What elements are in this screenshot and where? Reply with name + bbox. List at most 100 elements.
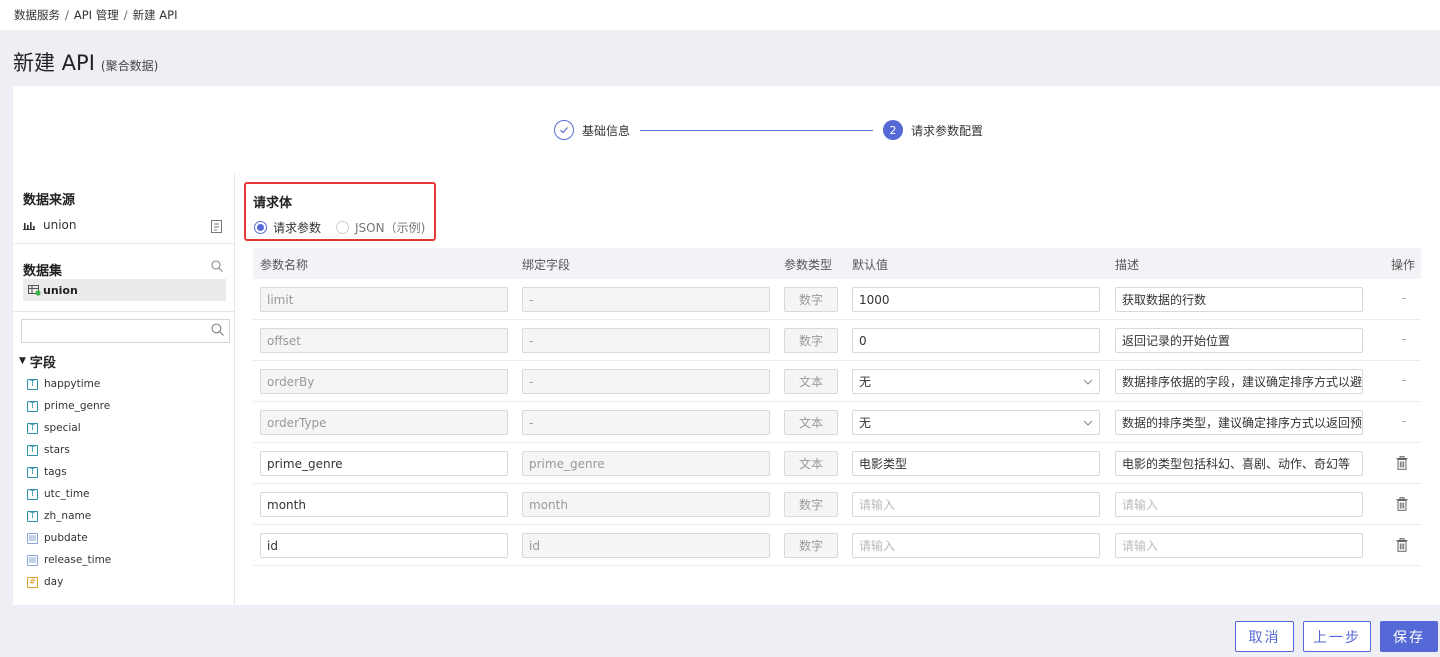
operation-placeholder: - [1401,291,1407,305]
radio-request-params[interactable]: 请求参数 [254,219,321,236]
search-icon [211,323,224,336]
default-value-input[interactable]: 请输入 [852,492,1100,517]
trash-icon[interactable] [1396,538,1408,552]
select-value: 无 [859,375,872,389]
table-row: orderType - 文本 无 数据的排序类型，建议确定排序方式以返回预 - [253,402,1421,443]
field-item[interactable]: ▤ pubdate [27,527,111,549]
fields-group-header[interactable]: ▼ 字段 [19,349,111,373]
column-header: 操作 [1391,258,1416,272]
caret-down-icon: ▼ [19,356,26,366]
field-name: special [44,422,81,434]
page-title: 新建 API (聚合数据) [13,47,158,77]
dataset-name: union [43,283,78,297]
field-item[interactable]: Thappytime [27,373,111,395]
request-body-section: 请求体 请求参数 JSON（示例) [244,182,436,241]
trash-icon[interactable] [1396,456,1408,470]
table-row: offset - 数字 0 返回记录的开始位置 - [253,320,1421,361]
field-item[interactable]: Tprime_genre [27,395,111,417]
field-name: utc_time [44,488,90,500]
description-input[interactable]: 返回记录的开始位置 [1115,328,1363,353]
field-search-input[interactable] [21,319,230,343]
text-field-icon: T [27,488,38,500]
date-field-icon: ▤ [27,554,38,566]
document-icon[interactable] [211,220,223,233]
column-header: 默认值 [852,258,889,272]
bind-field-input: month [522,492,770,517]
description-input[interactable]: 请输入 [1115,533,1363,558]
default-value-input[interactable]: 0 [852,328,1100,353]
bind-field-input: - [522,328,770,353]
bind-field-input: - [522,410,770,435]
trash-icon[interactable] [1396,497,1408,511]
param-name-input: offset [260,328,508,353]
default-value-input[interactable]: 电影类型 [852,451,1100,476]
param-type: 文本 [784,410,838,435]
step-number: 2 [883,120,903,140]
param-type: 数字 [784,328,838,353]
table-row: prime_genre prime_genre 文本 电影类型 电影的类型包括科… [253,443,1421,484]
save-button[interactable]: 保存 [1380,621,1438,652]
description-input[interactable]: 数据的排序类型，建议确定排序方式以返回预 [1115,410,1363,435]
field-item[interactable]: Ttags [27,461,111,483]
field-item[interactable]: Tstars [27,439,111,461]
data-source-title: 数据来源 [23,193,76,208]
description-input[interactable]: 请输入 [1115,492,1363,517]
breadcrumb-current: 新建 API [132,8,178,22]
breadcrumb-separator: / [123,8,128,22]
operation-placeholder: - [1401,332,1407,346]
param-type: 数字 [784,533,838,558]
description-input[interactable]: 获取数据的行数 [1115,287,1363,312]
field-name: pubdate [44,532,88,544]
select-value: 无 [859,416,872,430]
dataset-item[interactable]: union [23,279,226,301]
step-request-params[interactable]: 2 请求参数配置 [883,120,983,140]
field-item[interactable]: Tspecial [27,417,111,439]
data-source-name: union [43,218,77,232]
number-field-icon: # [27,576,38,588]
breadcrumb-item[interactable]: 数据服务 [14,8,60,22]
param-name-input[interactable]: prime_genre [260,451,508,476]
bind-field-input: - [522,369,770,394]
step-connector [640,130,873,131]
param-type: 数字 [784,492,838,517]
breadcrumb-item[interactable]: API 管理 [74,8,119,22]
field-item[interactable]: Tzh_name [27,505,111,527]
default-value-input[interactable]: 请输入 [852,533,1100,558]
table-header: 参数名称 绑定字段 参数类型 默认值 描述 操作 [253,248,1421,279]
param-type: 文本 [784,369,838,394]
field-item[interactable]: ▤ release_time [27,549,111,571]
bar-chart-icon [23,222,35,230]
breadcrumb-separator: / [65,8,69,22]
search-icon[interactable] [211,260,223,272]
top-bar: 数据服务 / API 管理 / 新建 API [0,0,1440,30]
param-name-input[interactable]: id [260,533,508,558]
data-source-item[interactable]: union [23,218,77,232]
table-row: id id 数字 请输入 请输入 [253,525,1421,566]
request-body-title: 请求体 [253,196,293,211]
operation-placeholder: - [1401,373,1407,387]
page-subtitle: (聚合数据) [100,59,159,73]
description-input[interactable]: 电影的类型包括科幻、喜剧、动作、奇幻等 [1115,451,1363,476]
default-value-select[interactable]: 无 [852,369,1100,394]
radio-label: JSON（示例) [355,221,426,235]
text-field-icon: T [27,466,38,478]
breadcrumb: 数据服务 / API 管理 / 新建 API [14,7,177,23]
cancel-button[interactable]: 取消 [1235,621,1294,652]
param-name-input: orderBy [260,369,508,394]
dataset-title: 数据集 [23,264,63,279]
description-input[interactable]: 数据排序依据的字段，建议确定排序方式以避 [1115,369,1363,394]
text-field-icon: T [27,444,38,456]
default-value-input[interactable]: 1000 [852,287,1100,312]
previous-step-button[interactable]: 上一步 [1303,621,1371,652]
default-value-select[interactable]: 无 [852,410,1100,435]
step-basic-info[interactable]: 基础信息 [554,120,630,140]
main-card: 基础信息 2 请求参数配置 数据来源 union 数据集 union ▼ 字段 … [13,86,1440,605]
field-item[interactable]: Tutc_time [27,483,111,505]
table-dataset-icon [28,284,41,296]
radio-json-example[interactable]: JSON（示例) [336,219,425,236]
param-type: 文本 [784,451,838,476]
field-item[interactable]: # day [27,571,111,593]
param-name-input[interactable]: month [260,492,508,517]
check-icon [554,120,574,140]
chevron-down-icon [1083,416,1093,429]
